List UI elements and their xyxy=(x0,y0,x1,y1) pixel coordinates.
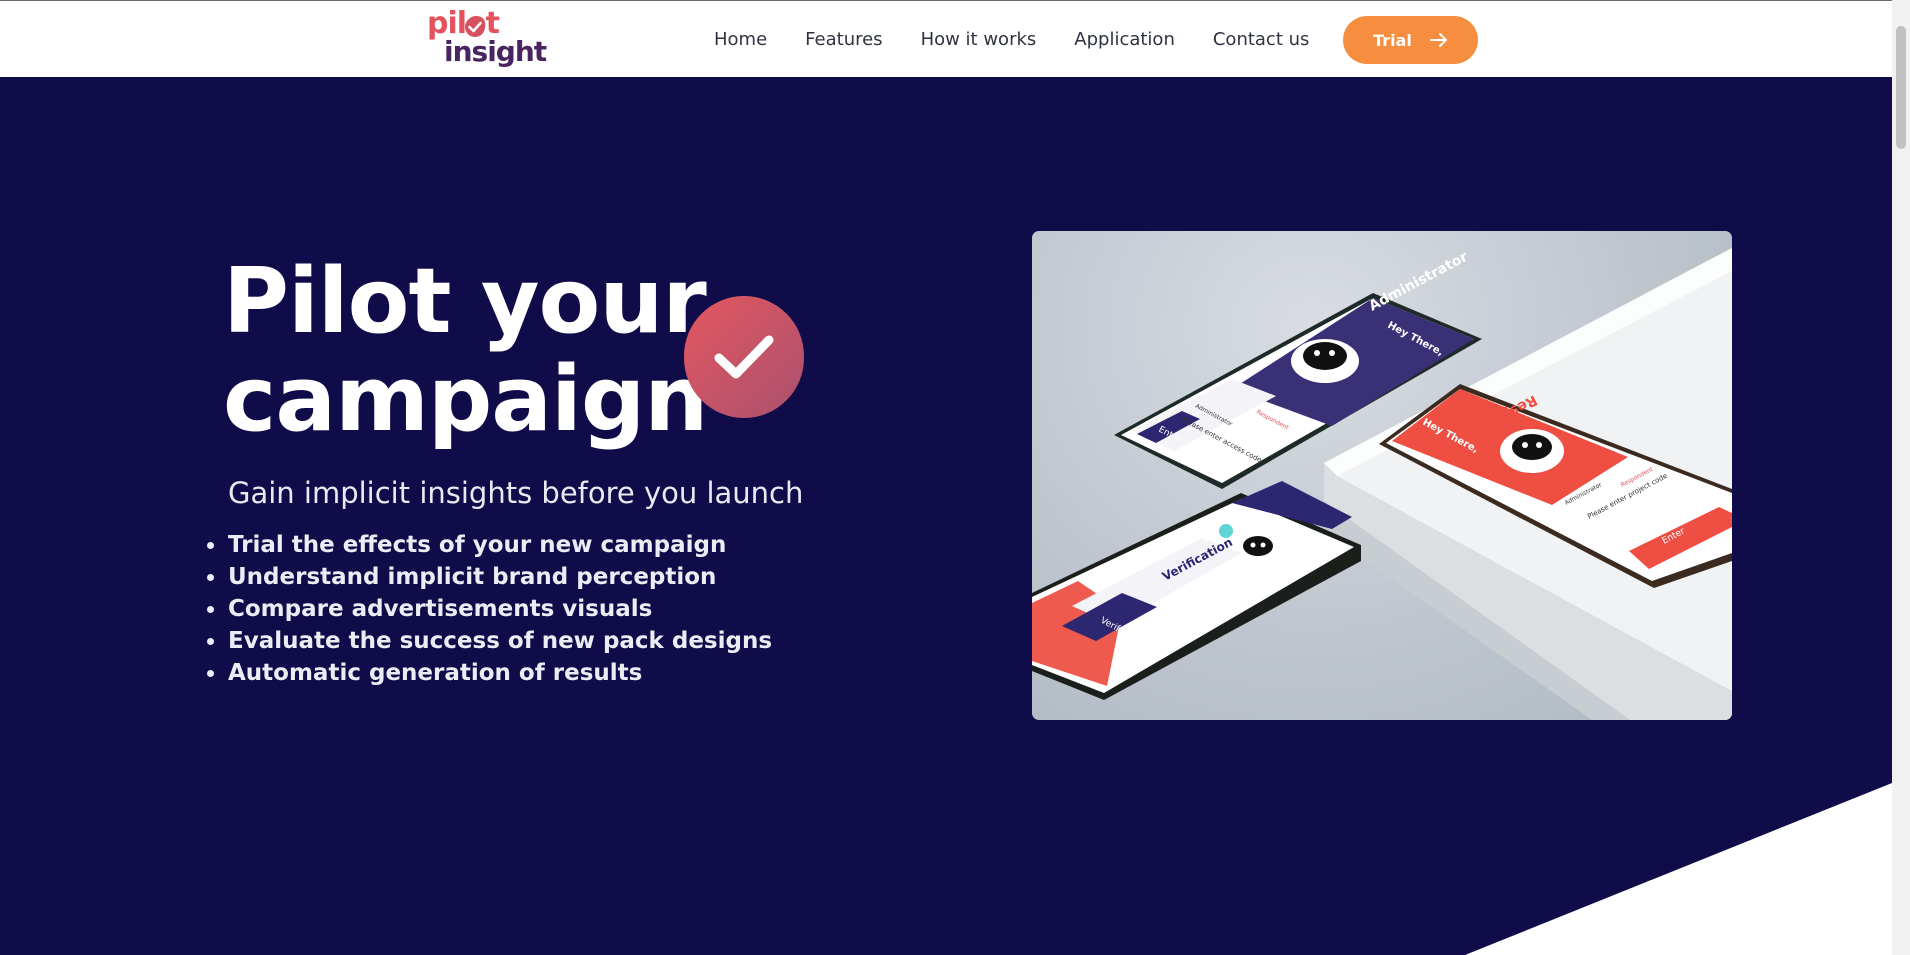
admin-screen-title: Administrator xyxy=(1366,249,1470,315)
logo-check-icon xyxy=(465,17,485,37)
nav-link-features[interactable]: Features xyxy=(805,27,882,53)
trial-button[interactable]: Trial xyxy=(1343,16,1478,64)
nav-link-how-it-works[interactable]: How it works xyxy=(921,27,1037,53)
checkmark-badge xyxy=(684,296,804,418)
nav-link-contact-us[interactable]: Contact us xyxy=(1213,27,1310,53)
page-scrollbar[interactable] xyxy=(1892,0,1910,955)
top-navigation: pilot insight Home Features How it works… xyxy=(0,0,1892,77)
feature-item: Trial the effects of your new campaign xyxy=(205,529,772,561)
trial-button-label: Trial xyxy=(1373,30,1412,50)
phones-illustration: Administrator Hey There, Administrator R… xyxy=(1032,248,1732,720)
feature-item: Understand implicit brand perception xyxy=(205,561,772,593)
phone-verification: Verification Verify xyxy=(1032,481,1361,700)
arrow-right-icon xyxy=(1429,33,1447,47)
feature-item: Automatic generation of results xyxy=(205,657,772,689)
app-mockup-image: Administrator Hey There, Administrator R… xyxy=(1032,231,1732,720)
feature-item: Evaluate the success of new pack designs xyxy=(205,625,772,657)
feature-item: Compare advertisements visuals xyxy=(205,593,772,625)
nav-link-application[interactable]: Application xyxy=(1074,27,1175,53)
scrollbar-thumb[interactable] xyxy=(1896,26,1906,149)
pilot-insight-logo[interactable]: pilot insight xyxy=(427,9,547,69)
checkmark-icon xyxy=(714,335,774,379)
nav-links: Home Features How it works Application C… xyxy=(714,27,1347,53)
hero-subtitle: Gain implicit insights before you launch xyxy=(228,476,804,510)
feature-list: Trial the effects of your new campaign U… xyxy=(205,529,772,689)
hero-title-line-1: Pilot your xyxy=(223,249,707,354)
hero-title-line-2: campaign xyxy=(223,347,708,452)
nav-link-home[interactable]: Home xyxy=(714,27,767,53)
hero-section: Pilot your campaign Gain implicit insigh… xyxy=(0,77,1892,955)
hero-title: Pilot your campaign xyxy=(223,249,708,452)
logo-text-insight: insight xyxy=(444,35,547,68)
